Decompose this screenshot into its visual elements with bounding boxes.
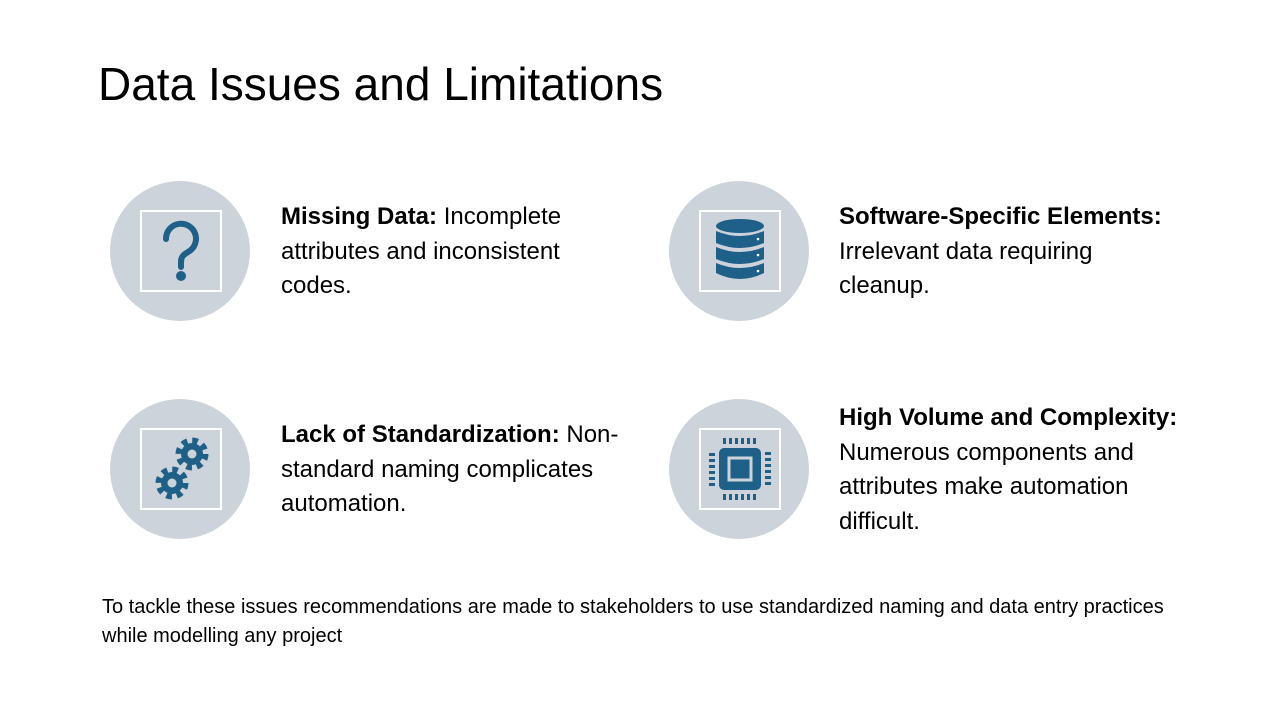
database-icon [699, 210, 781, 292]
complexity-icon-circle [669, 399, 809, 539]
question-icon [140, 210, 222, 292]
standardization-item: Lack of Standardization: Non-standard na… [281, 418, 621, 522]
recommendation-text: To tackle these issues recommendations a… [102, 596, 1164, 647]
standardization-icon-circle [110, 399, 250, 539]
item-heading: Software-Specific Elements: [839, 203, 1162, 230]
item-heading: High Volume and Complexity: [839, 404, 1178, 431]
missing-data-item: Missing Data: Incomplete attributes and … [281, 200, 621, 304]
slide: Data Issues and Limitations Missing Data… [0, 0, 1280, 720]
software-elements-item: Software-Specific Elements: Irrelevant d… [839, 200, 1179, 304]
item-text: Numerous components and attributes make … [839, 438, 1134, 535]
slide-title: Data Issues and Limitations [98, 58, 664, 110]
item-heading: Missing Data: [281, 203, 438, 230]
missing-data-icon-circle [110, 181, 250, 321]
item-heading: Lack of Standardization: [281, 421, 560, 448]
software-elements-icon-circle [669, 181, 809, 321]
item-text: Irrelevant data requiring cleanup. [839, 237, 1093, 300]
gears-icon [140, 428, 222, 510]
complexity-item: High Volume and Complexity: Numerous com… [839, 401, 1179, 539]
processor-icon [699, 428, 781, 510]
